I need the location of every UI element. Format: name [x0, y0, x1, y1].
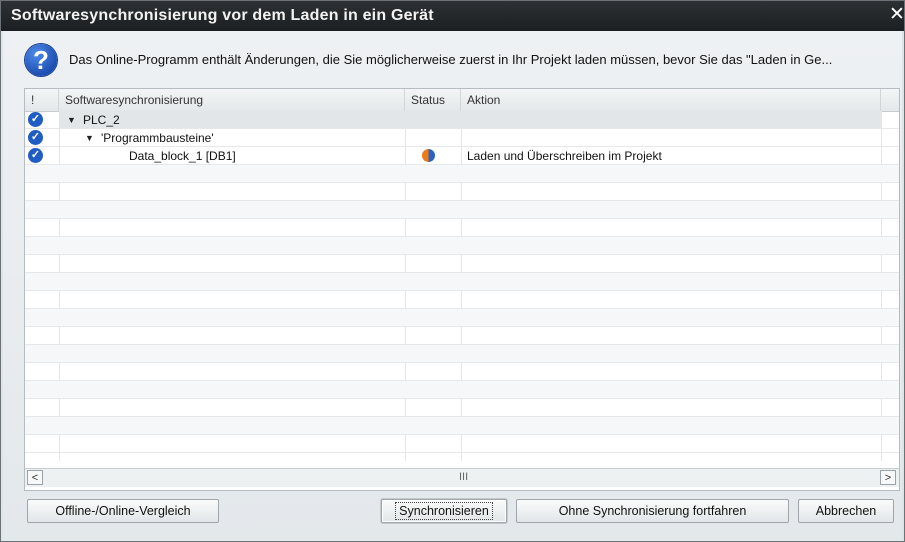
- close-icon[interactable]: ✕: [888, 3, 905, 27]
- table-row-empty: [25, 417, 899, 435]
- table-row-empty: [25, 183, 899, 201]
- status-icon: [422, 149, 435, 162]
- row-name: 'Programmbausteine': [101, 131, 214, 145]
- synchronize-button[interactable]: Synchronisieren: [381, 499, 507, 523]
- table-row-empty: [25, 309, 899, 327]
- table-row-empty: [25, 201, 899, 219]
- table-row-plc[interactable]: ✓ ▼ PLC_2: [25, 111, 899, 129]
- row-action[interactable]: Laden und Überschreiben im Projekt: [467, 147, 662, 165]
- check-icon[interactable]: ✓: [28, 148, 43, 163]
- question-icon: ?: [25, 44, 57, 76]
- cancel-button[interactable]: Abbrechen: [798, 499, 894, 523]
- table-row-empty: [25, 255, 899, 273]
- column-header-action[interactable]: Aktion: [461, 89, 881, 111]
- table-row-empty: [25, 363, 899, 381]
- column-header-status[interactable]: Status: [405, 89, 461, 111]
- row-name: PLC_2: [83, 113, 120, 127]
- check-icon[interactable]: ✓: [28, 112, 43, 127]
- info-message: Das Online-Programm enthält Änderungen, …: [69, 52, 833, 67]
- column-header-name[interactable]: Softwaresynchronisierung: [59, 89, 405, 111]
- dialog-body: ? Das Online-Programm enthält Änderungen…: [3, 31, 902, 541]
- table-row-empty: [25, 435, 899, 453]
- table-row-empty: [25, 237, 899, 255]
- table-row-empty: [25, 219, 899, 237]
- dialog-title: Softwaresynchronisierung vor dem Laden i…: [11, 7, 434, 24]
- sync-table: ! Softwaresynchronisierung Status Aktion…: [24, 88, 900, 491]
- column-header-flag[interactable]: !: [25, 89, 59, 111]
- table-body: ✓ ▼ PLC_2 ✓ ▼ 'Programmbausteine' ✓ Data…: [25, 111, 899, 461]
- check-icon[interactable]: ✓: [28, 130, 43, 145]
- button-label: Abbrechen: [815, 504, 877, 518]
- expand-arrow-icon[interactable]: ▼: [85, 129, 94, 147]
- table-row-empty: [25, 345, 899, 363]
- sync-dialog: Softwaresynchronisierung vor dem Laden i…: [0, 0, 905, 542]
- table-row-data-block[interactable]: ✓ Data_block_1 [DB1] Laden und Überschre…: [25, 147, 899, 165]
- scrollbar-grip-icon[interactable]: III: [459, 471, 468, 483]
- offline-online-compare-button[interactable]: Offline-/Online-Vergleich: [27, 499, 219, 523]
- row-highlight: [59, 111, 881, 128]
- scroll-right-button[interactable]: >: [880, 470, 896, 485]
- table-row-empty: [25, 381, 899, 399]
- button-label: Ohne Synchronisierung fortfahren: [558, 504, 747, 518]
- button-label: Synchronisieren: [395, 502, 493, 520]
- table-row-empty: [25, 327, 899, 345]
- table-row-empty: [25, 273, 899, 291]
- table-row-empty: [25, 291, 899, 309]
- row-name: Data_block_1 [DB1]: [129, 149, 236, 163]
- table-row-programmbausteine[interactable]: ✓ ▼ 'Programmbausteine': [25, 129, 899, 147]
- table-row-empty: [25, 165, 899, 183]
- scroll-left-button[interactable]: <: [27, 470, 43, 485]
- table-row-empty: [25, 399, 899, 417]
- dialog-titlebar[interactable]: Softwaresynchronisierung vor dem Laden i…: [1, 1, 905, 31]
- button-label: Offline-/Online-Vergleich: [55, 504, 191, 518]
- continue-without-sync-button[interactable]: Ohne Synchronisierung fortfahren: [516, 499, 789, 523]
- table-header: ! Softwaresynchronisierung Status Aktion: [25, 89, 899, 112]
- horizontal-scrollbar[interactable]: < III >: [25, 468, 899, 487]
- expand-arrow-icon[interactable]: ▼: [67, 111, 76, 129]
